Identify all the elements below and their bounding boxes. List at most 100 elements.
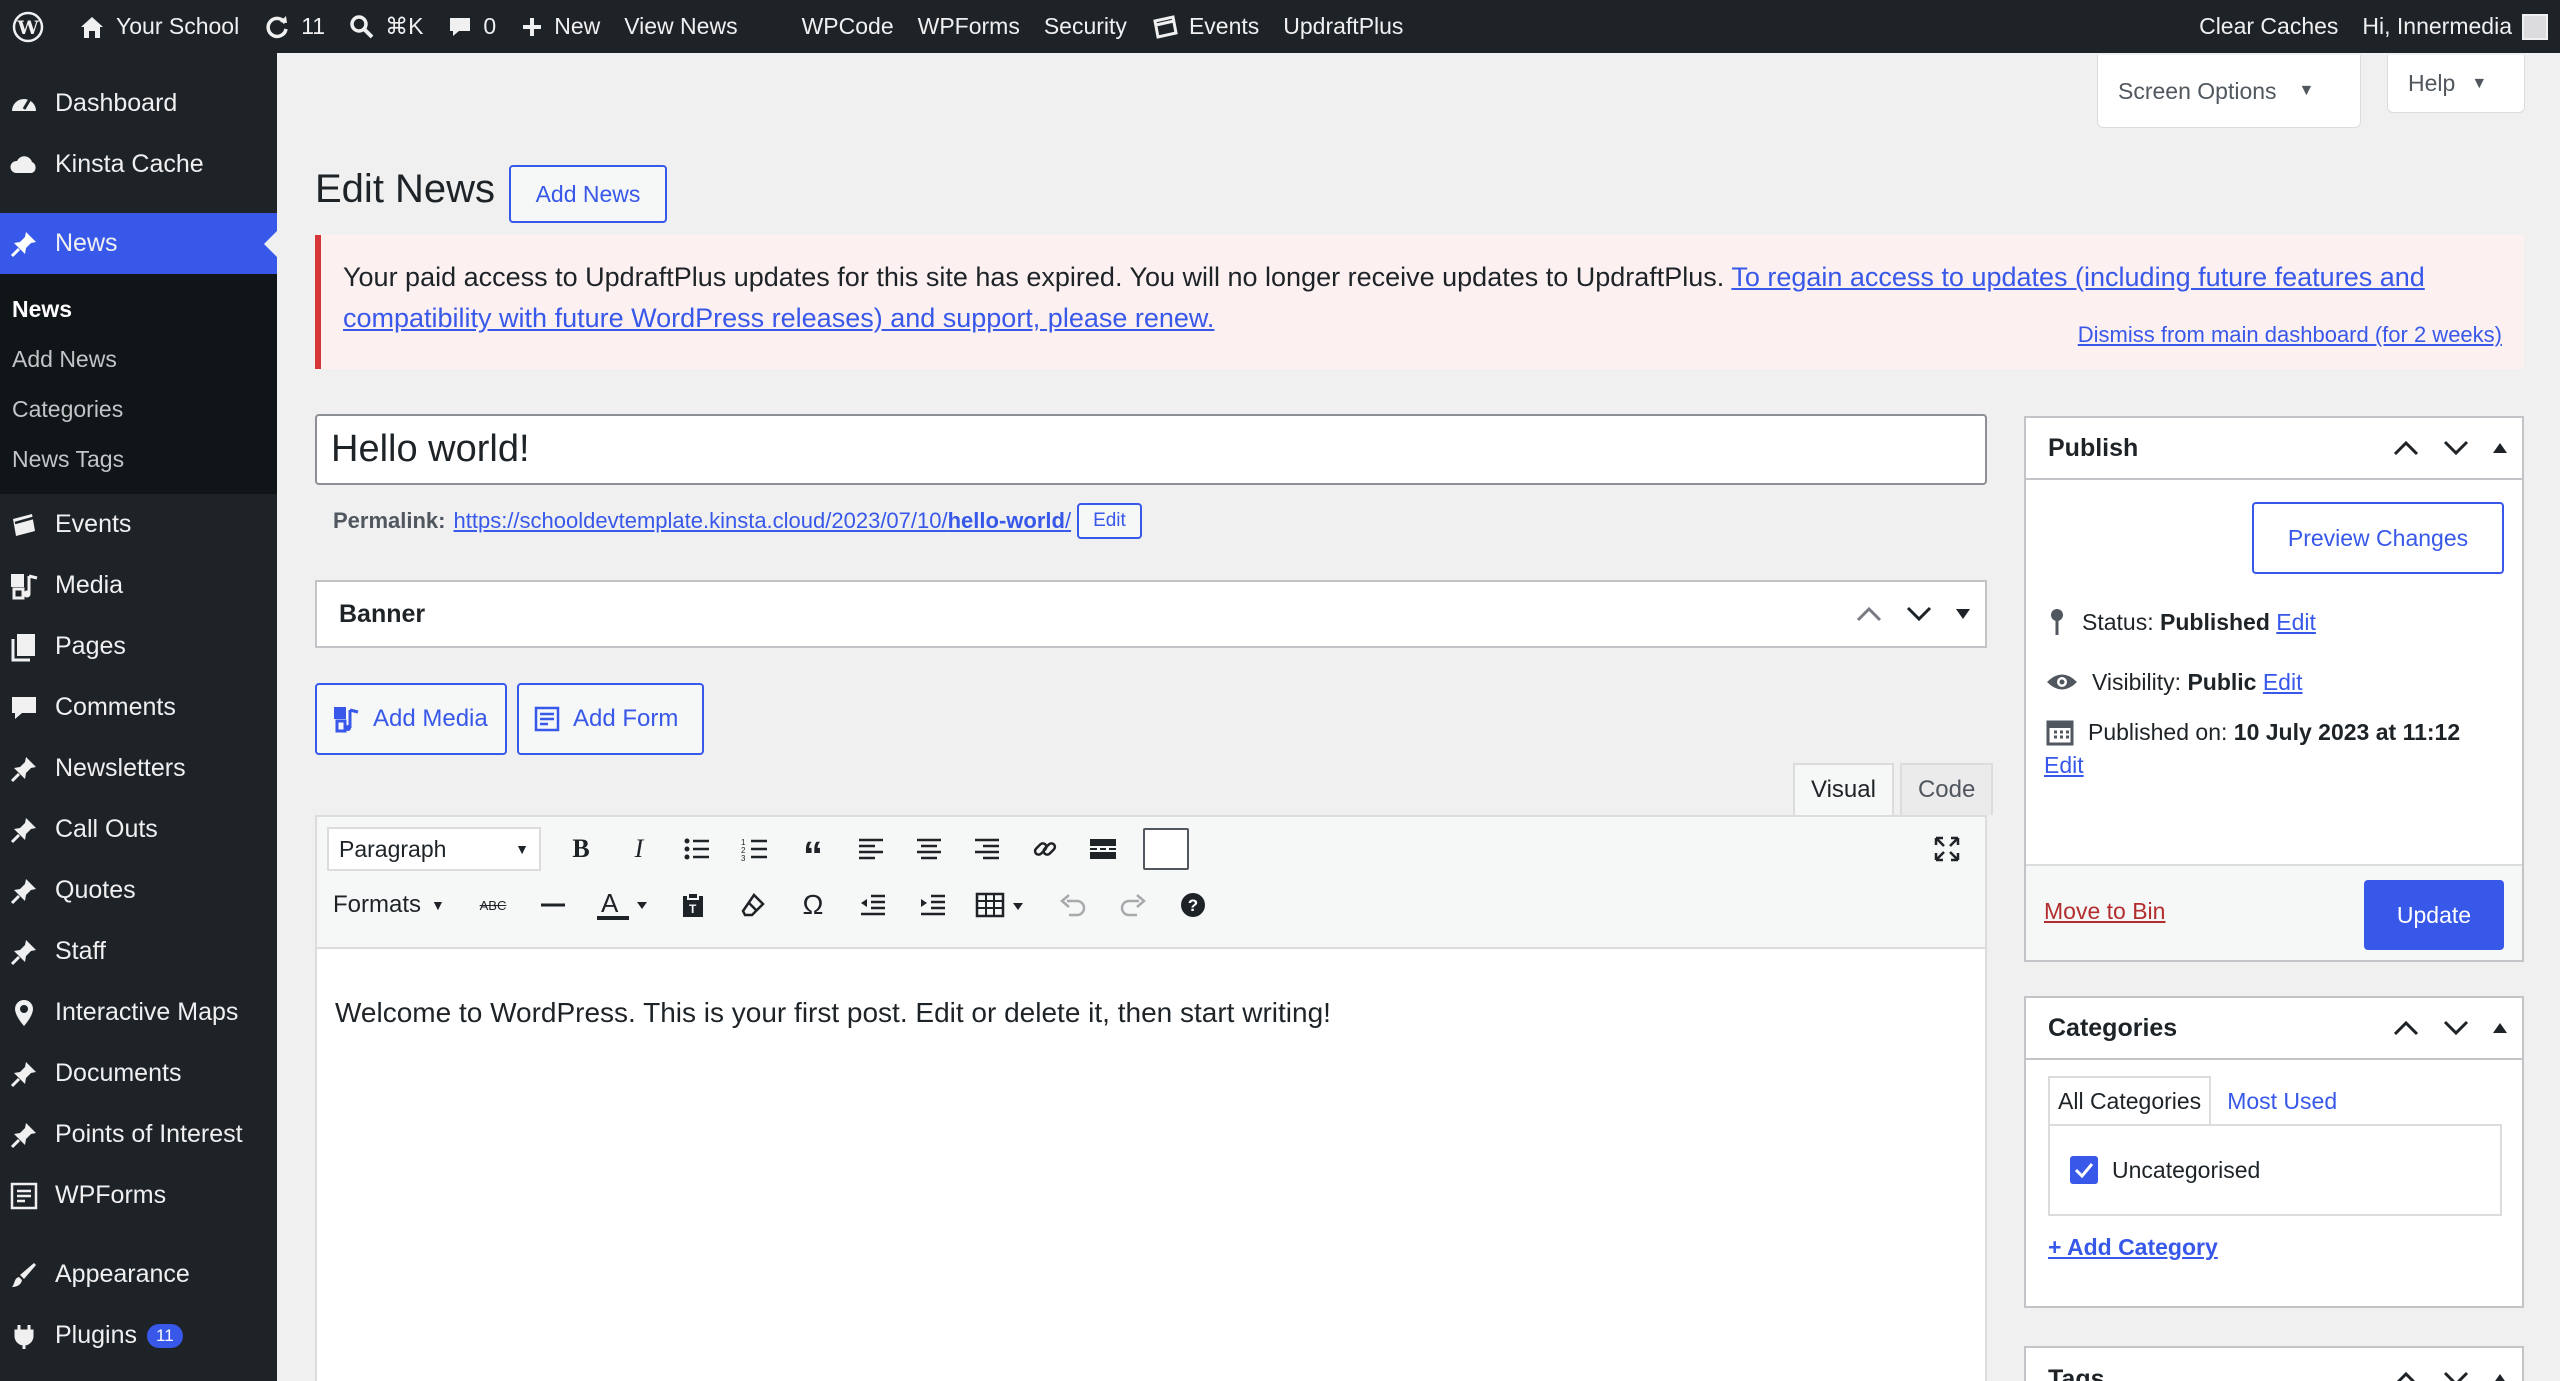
dismiss-notice-link[interactable]: Dismiss from main dashboard (for 2 weeks… bbox=[2078, 321, 2502, 349]
help-icon[interactable]: ? bbox=[1175, 887, 1211, 923]
toggle-panel-icon[interactable] bbox=[2492, 442, 2508, 454]
undo-icon[interactable] bbox=[1055, 887, 1091, 923]
preview-changes-button[interactable]: Preview Changes bbox=[2252, 502, 2504, 574]
strikethrough-icon[interactable]: ABC bbox=[475, 887, 511, 923]
published-edit-link[interactable]: Edit bbox=[2044, 752, 2522, 779]
special-character-icon[interactable]: Ω bbox=[795, 887, 831, 923]
add-form-button[interactable]: Add Form bbox=[517, 683, 704, 755]
redo-icon[interactable] bbox=[1115, 887, 1151, 923]
sidebar-item-newsletters[interactable]: Newsletters bbox=[0, 738, 277, 799]
sidebar-item-media[interactable]: Media bbox=[0, 555, 277, 616]
sidebar-item-interactive-maps[interactable]: Interactive Maps bbox=[0, 982, 277, 1043]
publish-header[interactable]: Publish bbox=[2026, 418, 2522, 480]
wordpress-logo-icon[interactable]: W bbox=[0, 0, 66, 53]
bold-icon[interactable]: B bbox=[563, 831, 599, 867]
numbered-list-icon[interactable]: 123 bbox=[737, 831, 773, 867]
wpforms-menu[interactable]: WPForms bbox=[906, 0, 1032, 53]
link-icon[interactable] bbox=[1027, 831, 1063, 867]
categories-header[interactable]: Categories bbox=[2026, 998, 2522, 1060]
events-menu[interactable]: Events bbox=[1139, 0, 1271, 53]
sidebar-item-staff[interactable]: Staff bbox=[0, 921, 277, 982]
move-up-icon[interactable] bbox=[2392, 439, 2420, 457]
clear-formatting-icon[interactable] bbox=[735, 887, 771, 923]
security-menu[interactable]: Security bbox=[1032, 0, 1139, 53]
updates-link[interactable]: 11 bbox=[251, 0, 337, 53]
submenu-add-news[interactable]: Add News bbox=[0, 334, 277, 384]
post-title-input[interactable]: Hello world! bbox=[315, 414, 1987, 485]
toggle-panel-icon[interactable] bbox=[1955, 608, 1971, 620]
sidebar-item-comments[interactable]: Comments bbox=[0, 677, 277, 738]
toggle-panel-icon[interactable] bbox=[2492, 1373, 2508, 1381]
tab-code[interactable]: Code bbox=[1899, 763, 1994, 815]
sidebar-item-quotes[interactable]: Quotes bbox=[0, 860, 277, 921]
paste-text-icon[interactable]: T bbox=[675, 887, 711, 923]
move-up-icon[interactable] bbox=[2392, 1019, 2420, 1037]
submenu-news[interactable]: News bbox=[0, 284, 277, 334]
tab-most-used[interactable]: Most Used bbox=[2211, 1078, 2353, 1125]
comments-link[interactable]: 0 bbox=[435, 0, 508, 53]
move-down-icon[interactable] bbox=[2442, 1370, 2470, 1381]
permalink-url[interactable]: https://schooldevtemplate.kinsta.cloud/2… bbox=[454, 508, 1072, 534]
editor-content[interactable]: Welcome to WordPress. This is your first… bbox=[317, 949, 1985, 1077]
align-left-icon[interactable] bbox=[853, 831, 889, 867]
sidebar-item-pages[interactable]: Pages bbox=[0, 616, 277, 677]
account-menu[interactable]: Hi, Innermedia bbox=[2350, 0, 2560, 53]
formats-menu[interactable]: Formats ▼ bbox=[327, 891, 451, 919]
move-to-bin-link[interactable]: Move to Bin bbox=[2044, 898, 2165, 925]
permalink-edit-button[interactable]: Edit bbox=[1077, 503, 1142, 539]
checkbox-checked-icon[interactable] bbox=[2070, 1156, 2098, 1184]
move-down-icon[interactable] bbox=[2442, 1019, 2470, 1037]
submenu-news-tags[interactable]: News Tags bbox=[0, 434, 277, 484]
add-category-link[interactable]: + Add Category bbox=[2048, 1234, 2218, 1261]
bullet-list-icon[interactable] bbox=[679, 831, 715, 867]
format-select[interactable]: Paragraph ▼ bbox=[327, 827, 541, 871]
submenu-categories[interactable]: Categories bbox=[0, 384, 277, 434]
status-edit-link[interactable]: Edit bbox=[2276, 609, 2316, 636]
wpcode-menu[interactable]: WPCode bbox=[790, 0, 906, 53]
indent-icon[interactable] bbox=[915, 887, 951, 923]
fullscreen-icon[interactable] bbox=[1929, 831, 1965, 867]
horizontal-line-icon[interactable] bbox=[535, 887, 571, 923]
outdent-icon[interactable] bbox=[855, 887, 891, 923]
move-up-icon[interactable] bbox=[1855, 605, 1883, 623]
banner-header[interactable]: Banner bbox=[317, 582, 1985, 646]
search-shortcut[interactable]: ⌘K bbox=[337, 0, 435, 53]
read-more-icon[interactable] bbox=[1085, 831, 1121, 867]
sidebar-item-call-outs[interactable]: Call Outs bbox=[0, 799, 277, 860]
italic-icon[interactable]: I bbox=[621, 831, 657, 867]
align-center-icon[interactable] bbox=[911, 831, 947, 867]
blockquote-icon[interactable]: “ bbox=[795, 831, 831, 876]
visibility-edit-link[interactable]: Edit bbox=[2263, 669, 2303, 696]
screen-options-button[interactable]: Screen Options ▼ bbox=[2097, 55, 2361, 128]
move-down-icon[interactable] bbox=[1905, 605, 1933, 623]
sidebar-item-dashboard[interactable]: Dashboard bbox=[0, 73, 277, 134]
view-news-link[interactable]: View News bbox=[612, 0, 749, 53]
sidebar-item-kinsta-cache[interactable]: Kinsta Cache bbox=[0, 134, 277, 195]
editor-tabs: Visual Code bbox=[1787, 763, 1994, 815]
sidebar-item-points-of-interest[interactable]: Points of Interest bbox=[0, 1104, 277, 1165]
sidebar-item-plugins[interactable]: Plugins 11 bbox=[0, 1305, 277, 1366]
text-color-icon[interactable]: A bbox=[595, 887, 651, 923]
align-right-icon[interactable] bbox=[969, 831, 1005, 867]
sidebar-item-appearance[interactable]: Appearance bbox=[0, 1244, 277, 1305]
sidebar-item-documents[interactable]: Documents bbox=[0, 1043, 277, 1104]
move-down-icon[interactable] bbox=[2442, 439, 2470, 457]
site-name-link[interactable]: Your School bbox=[66, 0, 251, 53]
help-button[interactable]: Help ▼ bbox=[2387, 55, 2525, 113]
sidebar-item-wpforms[interactable]: WPForms bbox=[0, 1165, 277, 1226]
toolbar-toggle-icon[interactable] bbox=[1143, 828, 1189, 870]
add-news-button[interactable]: Add News bbox=[509, 165, 667, 223]
new-content-link[interactable]: New bbox=[508, 0, 612, 53]
tags-header[interactable]: Tags bbox=[2026, 1348, 2522, 1381]
clear-caches-link[interactable]: Clear Caches bbox=[2187, 0, 2350, 53]
updraftplus-menu[interactable]: UpdraftPlus bbox=[1271, 0, 1415, 53]
tab-visual[interactable]: Visual bbox=[1793, 763, 1894, 815]
add-media-button[interactable]: Add Media bbox=[315, 683, 507, 755]
update-button[interactable]: Update bbox=[2364, 880, 2504, 950]
sidebar-item-events[interactable]: Events bbox=[0, 494, 277, 555]
table-icon[interactable] bbox=[975, 887, 1031, 923]
move-up-icon[interactable] bbox=[2392, 1370, 2420, 1381]
toggle-panel-icon[interactable] bbox=[2492, 1022, 2508, 1034]
sidebar-item-news[interactable]: News bbox=[0, 213, 277, 274]
tab-all-categories[interactable]: All Categories bbox=[2048, 1076, 2212, 1125]
